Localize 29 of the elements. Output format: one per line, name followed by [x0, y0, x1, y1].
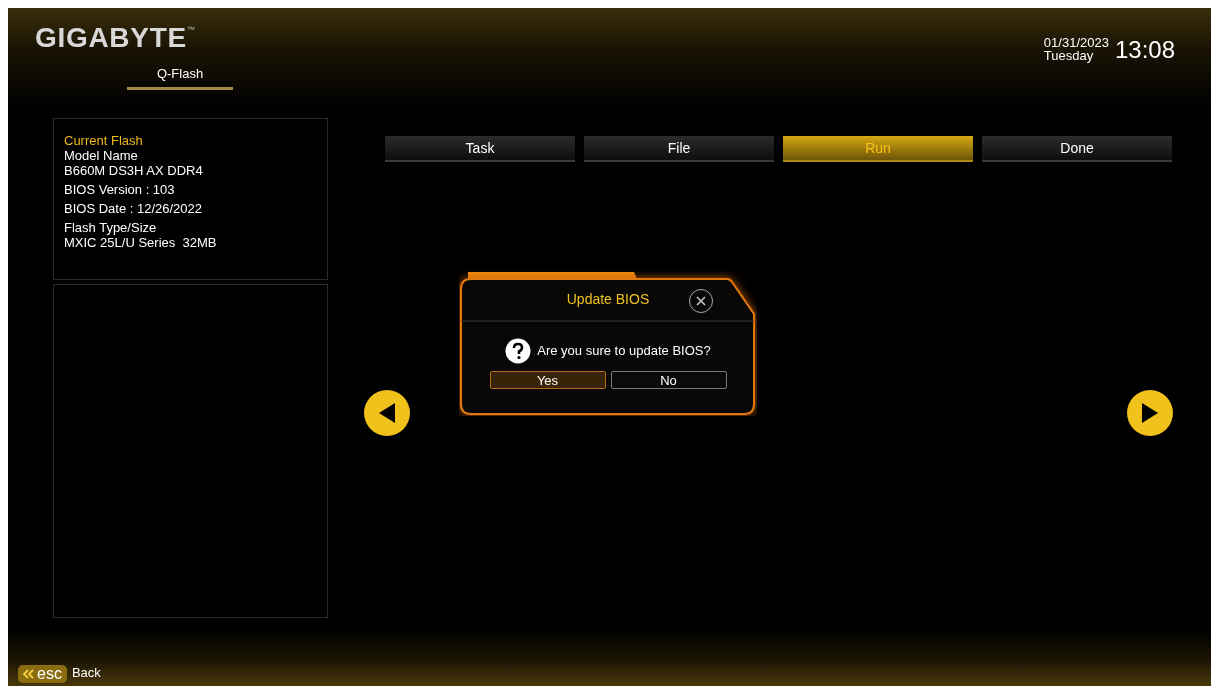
dialog-button[interactable]: Yes — [489, 371, 606, 389]
right-triangle-icon — [1140, 401, 1160, 425]
dialog-button[interactable]: No — [610, 371, 727, 389]
close-icon — [696, 296, 706, 306]
info-text: B660M DS3H AX DDR4 — [64, 163, 204, 178]
question-icon — [505, 338, 532, 364]
weekday-text: Tuesday — [1043, 49, 1095, 62]
step-tab[interactable]: Done — [982, 136, 1172, 162]
brand-logo: GIGABYTE — [35, 24, 187, 52]
info-text: Model Name — [64, 148, 139, 163]
trademark: ™ — [186, 24, 195, 36]
back-label: Back — [71, 663, 101, 682]
panel-heading: Current Flash — [64, 133, 144, 148]
info-text: BIOS Date : 12/26/2022 — [64, 201, 204, 216]
left-triangle-icon — [377, 401, 397, 425]
info-text: MXIC 25L/U Series 32MB — [64, 235, 218, 250]
date-text: 01/31/2023 — [1043, 36, 1109, 49]
previous-button[interactable] — [364, 390, 410, 436]
double-chevron-icon — [23, 669, 34, 679]
mode-tab[interactable]: Q-Flash — [127, 64, 233, 90]
next-button[interactable] — [1127, 390, 1173, 436]
esc-key[interactable]: esc — [18, 665, 67, 683]
step-tab[interactable]: File — [584, 136, 774, 162]
step-tab[interactable]: Task — [385, 136, 575, 162]
dialog-title: Update BIOS — [566, 290, 650, 309]
clock-time: 13:08 — [1114, 38, 1175, 62]
info-text: BIOS Version : 103 — [64, 182, 176, 197]
info-text: Flash Type/Size — [64, 220, 158, 235]
dialog-message: Are you sure to update BIOS? — [537, 342, 711, 361]
